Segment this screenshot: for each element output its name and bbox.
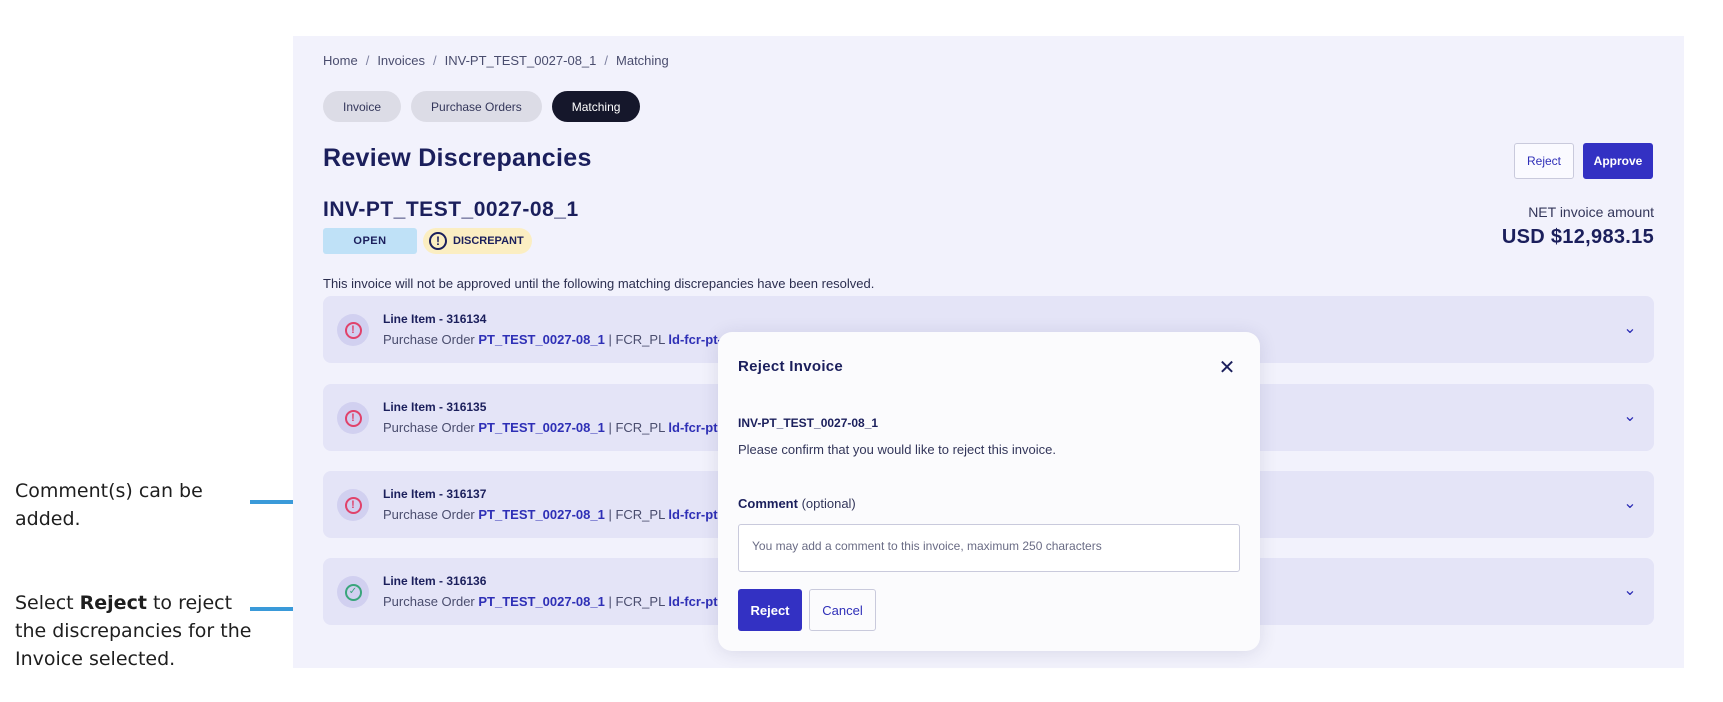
breadcrumb-invoice-number[interactable]: INV-PT_TEST_0027-08_1 [445, 53, 597, 68]
po-separator: | FCR_PL [604, 420, 669, 435]
status-badge-open: OPEN [323, 228, 417, 254]
tab-invoice[interactable]: Invoice [323, 91, 402, 122]
breadcrumb-home[interactable]: Home [323, 53, 358, 68]
comment-label: Comment (optional) [738, 496, 856, 511]
breadcrumb-invoices[interactable]: Invoices [377, 53, 425, 68]
status-badges: OPEN ! DISCREPANT [323, 228, 532, 254]
line-item-title: Line Item - 316136 [383, 574, 487, 588]
annotation-reject-prefix: Select [15, 592, 80, 614]
chevron-down-icon[interactable]: ⌄ [1620, 493, 1640, 513]
net-amount-value: USD $12,983.15 [1501, 226, 1654, 248]
purchase-order-link[interactable]: PT_TEST_0027-08_1 [478, 420, 604, 435]
breadcrumb-separator: / [365, 53, 370, 68]
po-separator: | FCR_PL [604, 332, 669, 347]
purchase-order-link[interactable]: PT_TEST_0027-08_1 [478, 507, 604, 522]
line-item-title: Line Item - 316135 [383, 400, 487, 414]
tab-bar: Invoice Purchase Orders Matching [323, 91, 641, 122]
chevron-down-icon[interactable]: ⌄ [1620, 318, 1640, 338]
purchase-order-link[interactable]: PT_TEST_0027-08_1 [478, 594, 604, 609]
line-item-status: ! [337, 489, 369, 521]
purchase-order-link[interactable]: PT_TEST_0027-08_1 [478, 332, 604, 347]
line-item-subtitle: Purchase Order PT_TEST_0027-08_1 | FCR_P… [383, 507, 748, 522]
close-icon[interactable]: ✕ [1216, 356, 1238, 379]
po-separator: | FCR_PL [604, 507, 669, 522]
breadcrumb: Home / Invoices / INV-PT_TEST_0027-08_1 … [323, 53, 669, 68]
breadcrumb-separator: / [433, 53, 437, 68]
reject-invoice-modal: Reject Invoice ✕ INV-PT_TEST_0027-08_1 P… [718, 332, 1260, 651]
line-item-subtitle: Purchase Order PT_TEST_0027-08_1 | FCR_P… [383, 332, 748, 347]
po-prefix: Purchase Order [383, 420, 479, 435]
error-icon: ! [344, 321, 362, 339]
tab-matching[interactable]: Matching [551, 91, 641, 122]
comment-input[interactable] [738, 524, 1240, 572]
breadcrumb-separator: / [604, 53, 609, 68]
approve-button[interactable]: Approve [1583, 143, 1653, 179]
po-prefix: Purchase Order [383, 594, 479, 609]
tab-purchase-orders[interactable]: Purchase Orders [411, 91, 542, 122]
line-item-subtitle: Purchase Order PT_TEST_0027-08_1 | FCR_P… [383, 420, 748, 435]
line-item-title: Line Item - 316137 [383, 487, 487, 501]
annotation-comment-note: Comment(s) can be added. [15, 480, 203, 530]
chevron-down-icon[interactable]: ⌄ [1620, 406, 1640, 426]
modal-message: Please confirm that you would like to re… [738, 442, 1056, 457]
modal-cancel-button[interactable]: Cancel [809, 589, 876, 631]
reject-button[interactable]: Reject [1514, 143, 1574, 179]
check-icon: ✓ [344, 583, 362, 601]
breadcrumb-matching: Matching [616, 53, 669, 68]
chevron-down-icon[interactable]: ⌄ [1620, 580, 1640, 600]
page-title: Review Discrepancies [323, 144, 592, 172]
annotation-reject-bold: Reject [79, 592, 147, 614]
annotation-reject-note: Select Reject to reject the discrepancie… [15, 589, 255, 673]
line-item-subtitle: Purchase Order PT_TEST_0027-08_1 | FCR_P… [383, 594, 748, 609]
po-prefix: Purchase Order [383, 332, 479, 347]
invoice-number: INV-PT_TEST_0027-08_1 [323, 198, 579, 221]
net-amount-label: NET invoice amount [1528, 204, 1654, 220]
comment-label-text: Comment [738, 496, 798, 511]
discrepancy-notice: This invoice will not be approved until … [323, 276, 875, 291]
discrepant-label: DISCREPANT [453, 235, 524, 247]
po-separator: | FCR_PL [604, 594, 669, 609]
error-icon: ! [344, 496, 362, 514]
modal-title: Reject Invoice [738, 358, 844, 375]
line-item-title: Line Item - 316134 [383, 312, 487, 326]
line-item-status: ! [337, 314, 369, 346]
line-item-status: ! [337, 402, 369, 434]
modal-invoice-number: INV-PT_TEST_0027-08_1 [738, 416, 879, 430]
modal-reject-button[interactable]: Reject [738, 589, 802, 631]
warning-icon: ! [429, 232, 447, 250]
status-badge-discrepant: ! DISCREPANT [423, 228, 532, 254]
po-prefix: Purchase Order [383, 507, 479, 522]
line-item-status: ✓ [337, 576, 369, 608]
comment-optional-text: (optional) [797, 496, 856, 511]
error-icon: ! [344, 409, 362, 427]
